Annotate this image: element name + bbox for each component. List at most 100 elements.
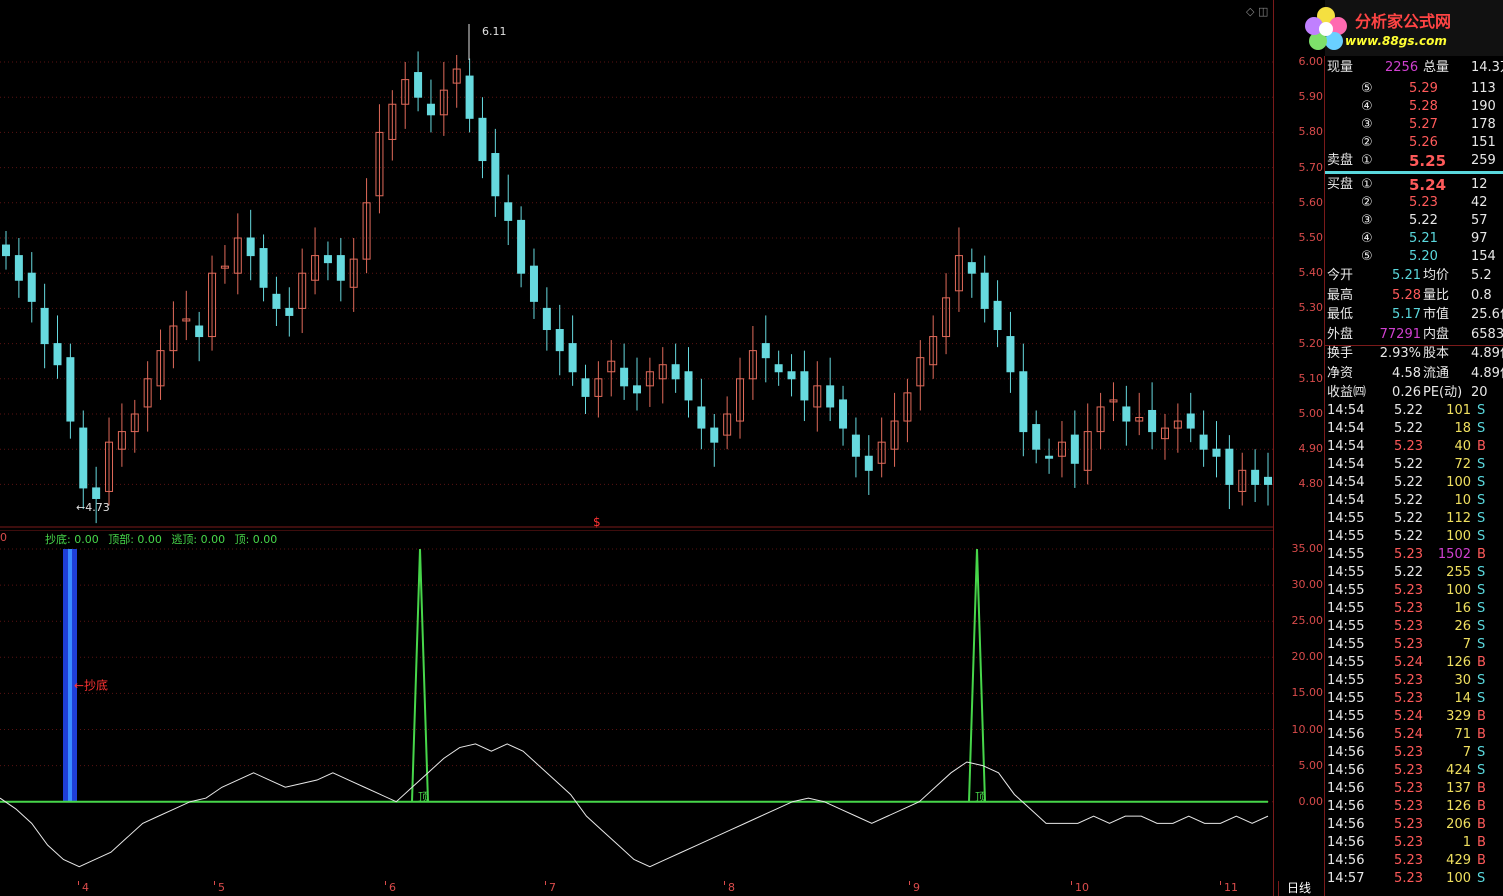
tick-side: S bbox=[1477, 511, 1486, 526]
date-tick: 6 bbox=[389, 881, 396, 894]
bid-price: 5.21 bbox=[1409, 231, 1438, 246]
logo-url: www.88gs.com bbox=[1345, 34, 1447, 48]
tick-price: 5.23 bbox=[1394, 853, 1423, 868]
stat-row: 外盘 77291 内盘 6583 bbox=[1325, 326, 1503, 344]
tick-price: 5.22 bbox=[1394, 565, 1423, 580]
tick-time: 14:54 bbox=[1327, 439, 1365, 454]
tick-price: 5.23 bbox=[1394, 637, 1423, 652]
tick-time: 14:56 bbox=[1327, 835, 1365, 850]
bid-volume: 57 bbox=[1471, 213, 1488, 228]
tick-time: 14:54 bbox=[1327, 421, 1365, 436]
candle-body bbox=[800, 371, 809, 401]
bid-price: 5.23 bbox=[1409, 195, 1438, 210]
tick-price: 5.23 bbox=[1394, 817, 1423, 832]
candle-body bbox=[504, 202, 513, 221]
tick-row: 14:55 5.23 16 S bbox=[1325, 600, 1503, 618]
tick-row: 14:55 5.22 100 S bbox=[1325, 528, 1503, 546]
stat-label-2: 内盘 bbox=[1423, 326, 1450, 342]
date-tick-mark bbox=[545, 881, 546, 885]
tick-price: 5.23 bbox=[1394, 547, 1423, 562]
tick-row: 14:55 5.23 26 S bbox=[1325, 618, 1503, 636]
candle-body bbox=[272, 293, 281, 309]
tick-row: 14:55 5.23 7 S bbox=[1325, 636, 1503, 654]
period-tab-daily[interactable]: 日线 bbox=[1278, 881, 1319, 896]
tick-volume: 126 bbox=[1446, 799, 1471, 814]
stat-label: 净资 bbox=[1327, 365, 1354, 381]
tick-row: 14:54 5.22 72 S bbox=[1325, 456, 1503, 474]
tick-row: 14:55 5.22 255 S bbox=[1325, 564, 1503, 582]
date-tick-mark bbox=[385, 881, 386, 885]
bid-row: 买盘 ① 5.24 12 bbox=[1325, 176, 1503, 194]
candle-body bbox=[542, 307, 551, 331]
tick-side: S bbox=[1477, 637, 1486, 652]
tick-volume: 100 bbox=[1446, 583, 1471, 598]
candle-body bbox=[710, 427, 719, 443]
stat-row: 最低 5.17市值 25.6亿 bbox=[1325, 306, 1503, 324]
ask-row: 卖盘 ① 5.25 259 bbox=[1325, 152, 1503, 170]
buy-signal-label: ←抄底 bbox=[74, 677, 108, 692]
candle-body bbox=[195, 325, 204, 338]
indicator-chart[interactable]: ←抄底顶 顶 bbox=[0, 530, 1273, 880]
indicator-axis-label: 25.00 bbox=[1291, 614, 1324, 628]
candle-body bbox=[478, 117, 487, 162]
tick-row: 14:55 5.23 30 S bbox=[1325, 672, 1503, 690]
tick-row: 14:56 5.23 7 S bbox=[1325, 744, 1503, 762]
ask-price: 5.27 bbox=[1409, 117, 1438, 132]
date-tick: 11 bbox=[1224, 881, 1238, 894]
stat-value: 5.28 bbox=[1392, 287, 1421, 303]
price-axis-label: 5.30 bbox=[1298, 301, 1324, 315]
tick-time: 14:56 bbox=[1327, 763, 1365, 778]
stat-label: 最高 bbox=[1327, 287, 1354, 303]
top-signal-label: 顶 bbox=[975, 791, 986, 804]
ask-level: ⑤ bbox=[1361, 81, 1373, 96]
candle-body bbox=[864, 455, 873, 471]
tick-side: S bbox=[1477, 763, 1486, 778]
tick-price: 5.22 bbox=[1394, 475, 1423, 490]
tick-side: S bbox=[1477, 403, 1486, 418]
tick-side: B bbox=[1477, 727, 1486, 742]
bid-label: 买盘 bbox=[1327, 177, 1354, 192]
quote-panel: 分析家公式网 www.88gs.com 现量 2256 总量 14.3万 ⑤ 5.… bbox=[1305, 0, 1503, 896]
stat-value: 5.17 bbox=[1392, 307, 1421, 322]
tick-side: B bbox=[1477, 547, 1486, 562]
candle-body bbox=[323, 255, 332, 264]
tick-price: 5.23 bbox=[1394, 439, 1423, 454]
ask-level: ④ bbox=[1361, 99, 1373, 114]
price-axis-label: 5.70 bbox=[1298, 160, 1324, 174]
chart-corner-icons[interactable]: ◇ ◫ bbox=[1246, 5, 1268, 18]
stat-label-2: PE(动) bbox=[1423, 385, 1463, 400]
candle-body bbox=[529, 265, 538, 302]
tick-side: S bbox=[1477, 745, 1486, 760]
candle-body bbox=[581, 378, 590, 397]
flower-logo-icon bbox=[1305, 7, 1347, 50]
candle-body bbox=[27, 272, 36, 302]
date-tick: 4 bbox=[82, 881, 89, 894]
tick-row: 14:55 5.23 100 S bbox=[1325, 582, 1503, 600]
candle-body bbox=[491, 153, 500, 197]
candle-body bbox=[774, 364, 783, 373]
ask-label: 卖盘 bbox=[1327, 153, 1354, 168]
ask-row: ⑤ 5.29 113 bbox=[1325, 80, 1503, 98]
stat-label: 外盘 bbox=[1327, 326, 1354, 342]
candle-body bbox=[1032, 424, 1041, 450]
tick-row: 14:57 5.23 100 S bbox=[1325, 870, 1503, 888]
panel-divider bbox=[1324, 56, 1325, 896]
tick-time: 14:56 bbox=[1327, 799, 1365, 814]
bid-volume: 42 bbox=[1471, 195, 1488, 210]
stat-value-2: 5.2 bbox=[1471, 268, 1492, 283]
price-axis-label: 4.80 bbox=[1298, 477, 1324, 491]
tick-price: 5.23 bbox=[1394, 781, 1423, 796]
candle-body bbox=[826, 385, 835, 408]
tick-time: 14:56 bbox=[1327, 727, 1365, 742]
tick-volume: 10 bbox=[1454, 493, 1471, 508]
tick-volume: 101 bbox=[1446, 403, 1471, 418]
indicator-axis-label: 20.00 bbox=[1291, 650, 1324, 664]
candle-body bbox=[53, 343, 62, 366]
tick-row: 14:56 5.23 206 B bbox=[1325, 816, 1503, 834]
date-tick-mark bbox=[724, 881, 725, 885]
ask-level: ① bbox=[1361, 153, 1373, 168]
candlestick-chart[interactable]: 6.11 ←4.73 $ bbox=[0, 0, 1273, 528]
tick-side: S bbox=[1477, 871, 1486, 886]
tick-side: S bbox=[1477, 457, 1486, 472]
tick-side: B bbox=[1477, 709, 1486, 724]
